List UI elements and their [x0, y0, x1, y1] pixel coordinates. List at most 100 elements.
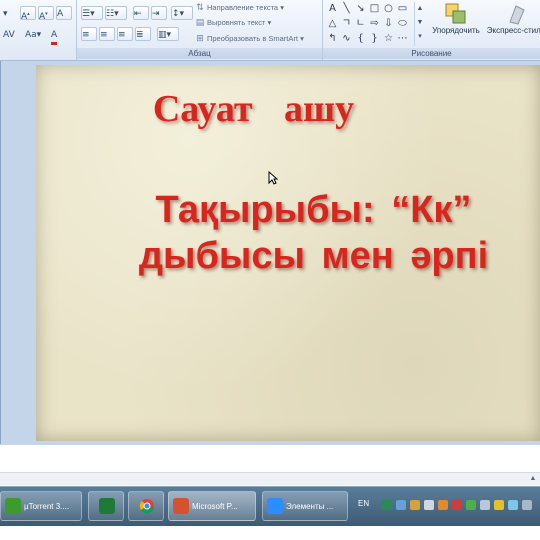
scroll-down-icon[interactable]: ▼	[415, 16, 425, 30]
align-center-button[interactable]: ≡	[99, 27, 115, 41]
gallery-more-icon[interactable]: ▾	[415, 30, 425, 44]
font-size-dropdown[interactable]: ▾	[2, 6, 16, 20]
drawing-group-label: Рисование	[323, 48, 540, 59]
zoom-icon	[267, 498, 283, 514]
font-size-down-icon: A▾	[39, 11, 48, 22]
volume-icon[interactable]	[424, 500, 434, 510]
taskbar-utorrent[interactable]: µTorrent 3....	[0, 491, 82, 521]
tray-app-icon-3[interactable]	[410, 500, 420, 510]
chrome-icon	[139, 499, 154, 514]
align-left-icon: ≡	[82, 30, 90, 40]
tray-app-icon-5[interactable]	[452, 500, 462, 510]
indent-increase-icon: ⇥	[152, 9, 160, 19]
justify-button[interactable]: ≣	[135, 27, 151, 41]
align-right-button[interactable]: ≡	[117, 27, 133, 41]
slide-workspace: Сауат ашу Тақырыбы: “Кк” дыбысы мен әрпі	[0, 61, 540, 444]
camtasia-icon	[99, 498, 115, 514]
triangle-shape-icon[interactable]: △	[326, 17, 339, 30]
flowchart-shape-icon[interactable]: ⬭	[396, 17, 409, 30]
numbering-icon: ☷▾	[106, 9, 119, 19]
mouse-cursor-icon	[268, 171, 278, 185]
clear-format-button[interactable]: A	[56, 6, 72, 20]
paragraph-group: ☰▾ ☷▾ ⇤ ⇥ ↕▾ ≡ ≡ ≡ ≣ ▥▾ ⇅ Направление тек…	[77, 0, 323, 60]
scroll-up-icon[interactable]: ▲	[415, 2, 425, 16]
decrease-indent-button[interactable]: ⇤	[133, 6, 149, 20]
clear-format-icon: A	[57, 9, 64, 19]
line-spacing-button[interactable]: ↕▾	[171, 6, 193, 20]
align-text-command[interactable]: ▤ Выровнять текст ▾	[195, 17, 272, 29]
align-right-icon: ≡	[118, 30, 126, 40]
slide-body-line-2: дыбысы мен әрпі	[138, 235, 489, 277]
tray-app-icon-1[interactable]	[382, 500, 392, 510]
text-direction-label: Направление текста	[207, 3, 279, 12]
slide-body-text[interactable]: Тақырыбы: “Кк” дыбысы мен әрпі	[36, 187, 540, 279]
columns-button[interactable]: ▥▾	[157, 27, 179, 41]
line-spacing-icon: ↕▾	[172, 9, 185, 19]
tray-app-icon-9[interactable]	[522, 500, 532, 510]
taskbar-camtasia[interactable]	[88, 491, 124, 521]
horizontal-scrollbar[interactable]: ▲	[0, 472, 540, 485]
slide-canvas[interactable]: Сауат ашу Тақырыбы: “Кк” дыбысы мен әрпі	[36, 65, 540, 441]
bullets-button[interactable]: ☰▾	[81, 6, 103, 20]
wave-shape-icon[interactable]: ∿	[340, 32, 353, 45]
star-shape-icon[interactable]: ☆	[382, 32, 395, 45]
smartart-command[interactable]: ⊞ Преобразовать в SmartArt ▾	[195, 33, 304, 45]
arrow-shape-icon[interactable]: ↘	[354, 2, 367, 15]
network-icon[interactable]	[480, 500, 490, 510]
connector-shape-icon[interactable]: ㄱ	[340, 17, 353, 30]
grow-font-button[interactable]: A▴	[20, 6, 36, 22]
quick-styles-button[interactable]: Экспресс-стили	[486, 2, 540, 46]
align-center-icon: ≡	[100, 30, 108, 40]
tray-app-icon-4[interactable]	[438, 500, 448, 510]
scroll-up-arrow-icon[interactable]: ▲	[528, 474, 538, 484]
slide-title[interactable]: Сауат ашу	[36, 87, 540, 131]
elbow-shape-icon[interactable]: ㄴ	[354, 17, 367, 30]
more-shapes-icon[interactable]: ⋯	[396, 32, 409, 45]
tray-app-icon-6[interactable]	[466, 500, 476, 510]
shapes-gallery-scroll[interactable]: ▲ ▼ ▾	[414, 2, 425, 46]
line-shape-icon[interactable]: ╲	[340, 2, 353, 15]
tray-app-icon-2[interactable]	[396, 500, 406, 510]
ribbon: ▾ A▴ A▾ A AV Aa▾ A ☰▾ ☷▾ ⇤ ⇥ ↕▾ ≡ ≡ ≡ ≣ …	[0, 0, 540, 61]
taskbar-powerpoint[interactable]: Microsoft P...	[168, 491, 256, 521]
quick-styles-icon	[509, 5, 525, 25]
char-spacing-button[interactable]: AV	[2, 27, 20, 41]
columns-icon: ▥▾	[158, 30, 172, 40]
arrange-icon	[445, 3, 466, 24]
font-color-button[interactable]: A	[50, 27, 70, 45]
change-case-button[interactable]: Aa▾	[24, 27, 44, 41]
brace-shape-icon[interactable]: {	[354, 32, 367, 45]
text-direction-command[interactable]: ⇅ Направление текста ▾	[195, 2, 284, 14]
taskbar-zoom[interactable]: Элементы ...	[262, 491, 348, 521]
font-color-icon: A	[51, 28, 58, 45]
smartart-label: Преобразовать в SmartArt	[207, 34, 298, 43]
down-arrow-shape-icon[interactable]: ⇩	[382, 17, 395, 30]
arrange-button[interactable]: Упорядочить	[428, 2, 484, 46]
font-size-up-icon: A▴	[21, 11, 30, 22]
arrange-label: Упорядочить	[432, 26, 480, 35]
powerpoint-icon	[173, 498, 189, 514]
curve-shape-icon[interactable]: ↰	[326, 32, 339, 45]
rectangle-shape-icon[interactable]: □	[368, 2, 381, 15]
rounded-rect-shape-icon[interactable]: ▭	[396, 2, 409, 15]
oval-shape-icon[interactable]: ○	[382, 2, 395, 15]
align-text-icon: ▤	[195, 18, 205, 28]
slide-body-line-1: Тақырыбы: “Кк”	[155, 189, 472, 231]
brace-close-shape-icon[interactable]: }	[368, 32, 381, 45]
taskbar-powerpoint-label: Microsoft P...	[192, 502, 238, 511]
align-left-button[interactable]: ≡	[81, 27, 97, 41]
textbox-shape-icon[interactable]: A	[326, 2, 339, 15]
bullets-icon: ☰▾	[82, 9, 95, 19]
shrink-font-button[interactable]: A▾	[38, 6, 54, 22]
change-case-icon: Aa▾	[25, 30, 42, 40]
numbering-button[interactable]: ☷▾	[105, 6, 127, 20]
language-indicator[interactable]: EN	[358, 499, 369, 508]
taskbar-chrome[interactable]	[128, 491, 164, 521]
right-arrow-shape-icon[interactable]: ⇨	[368, 17, 381, 30]
tray-app-icon-7[interactable]	[494, 500, 504, 510]
notes-area[interactable]	[0, 444, 540, 473]
increase-indent-button[interactable]: ⇥	[151, 6, 167, 20]
bottom-strip	[0, 526, 540, 540]
tray-app-icon-8[interactable]	[508, 500, 518, 510]
shapes-gallery[interactable]: A ╲ ↘ □ ○ ▭ △ ㄱ ㄴ ⇨ ⇩ ⬭ ↰ ∿ { } ☆ ⋯	[324, 2, 414, 46]
